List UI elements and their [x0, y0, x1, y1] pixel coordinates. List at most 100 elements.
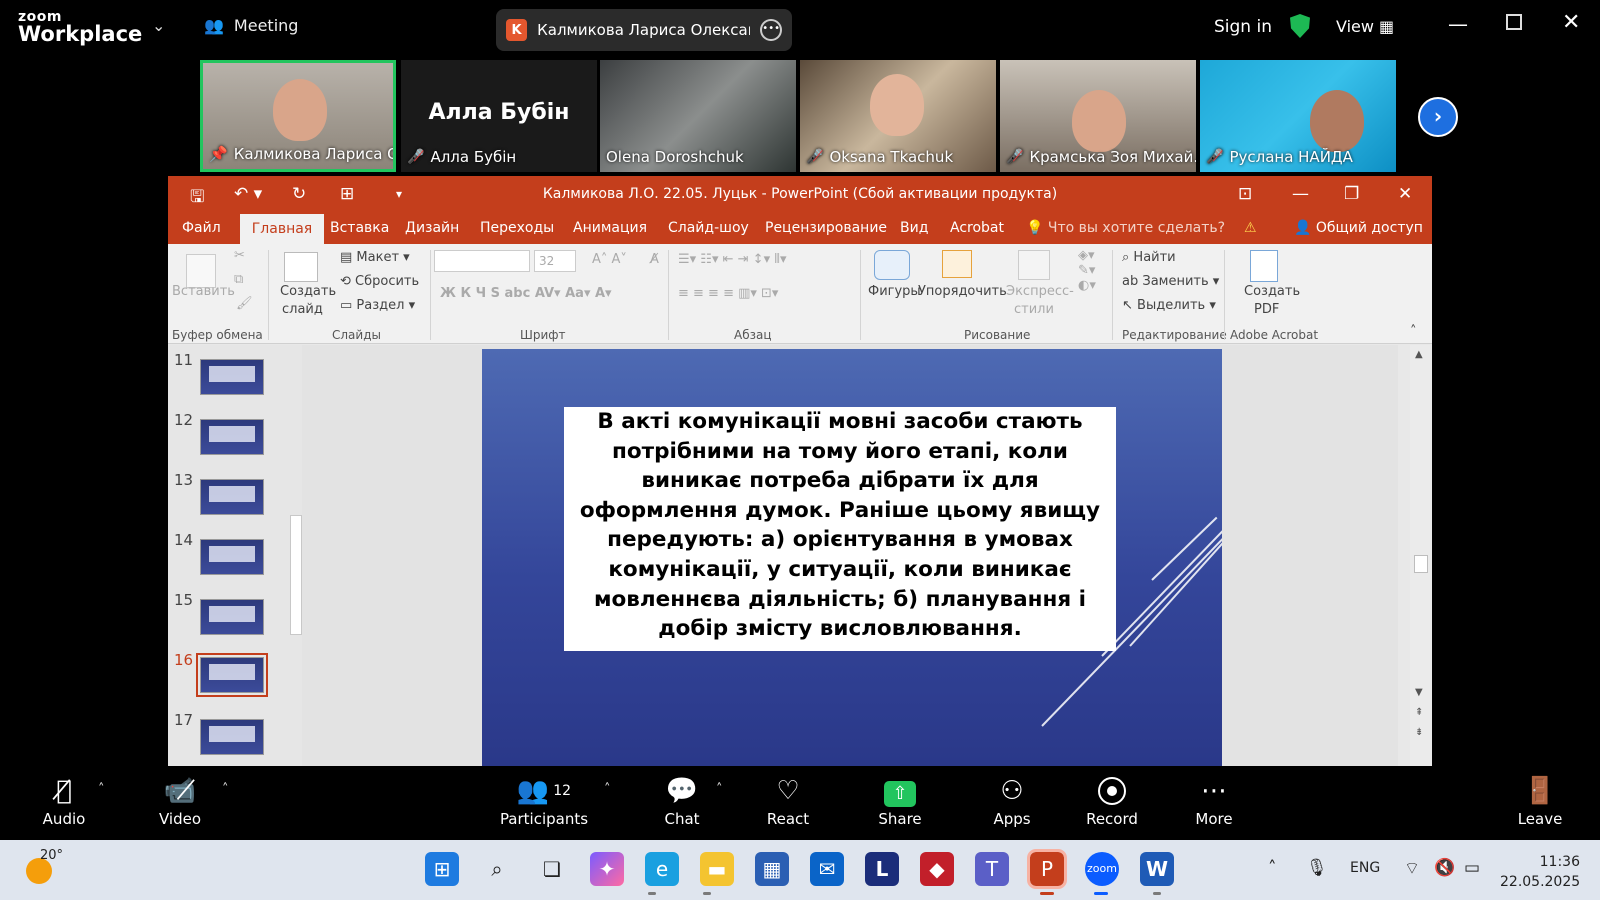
slide-thumbnail[interactable]	[200, 359, 264, 395]
participants-options-caret[interactable]: ˄	[604, 782, 611, 797]
mic-tray-icon[interactable]: 🎙	[1306, 858, 1328, 878]
zoom-icon[interactable]: zoom	[1085, 852, 1119, 886]
restore-icon[interactable]	[1506, 14, 1522, 30]
ppt-close-icon[interactable]: ✕	[1398, 184, 1412, 204]
participant-tile[interactable]: 🎤̸ Руслана НАЙДА	[1200, 60, 1396, 172]
tab-animation[interactable]: Анимация	[573, 220, 647, 236]
file-explorer-icon[interactable]: ▬	[700, 852, 734, 886]
create-pdf-button[interactable]: Создать	[1244, 284, 1300, 299]
volume-muted-icon[interactable]: 🔇	[1434, 858, 1455, 878]
chevron-down-icon[interactable]: ⌄	[152, 16, 165, 35]
participant-tile[interactable]: 📌 Калмикова Лариса О...	[200, 60, 396, 172]
new-slide-icon[interactable]	[284, 252, 318, 282]
slide-thumbnail[interactable]	[200, 539, 264, 575]
slide-thumbnail[interactable]	[200, 419, 264, 455]
shapes-button[interactable]: Фигуры	[868, 284, 921, 299]
slide-thumbnail[interactable]	[200, 599, 264, 635]
edge-icon[interactable]: e	[645, 852, 679, 886]
participant-tile[interactable]: 🎤̸ Крамська Зоя Михай...	[1000, 60, 1196, 172]
sign-in-link[interactable]: Sign in	[1214, 17, 1272, 37]
list-icons[interactable]: ☰▾ ☷▾ ⇤ ⇥ ↕▾ ⦀▾	[678, 252, 786, 267]
find-button[interactable]: ⌕ Найти	[1122, 250, 1176, 265]
create-pdf-icon[interactable]	[1250, 250, 1278, 282]
tab-review[interactable]: Рецензирование	[765, 220, 887, 236]
view-button[interactable]: View ▦	[1336, 17, 1394, 36]
clear-format-icon[interactable]: A̸	[650, 252, 659, 267]
reset-button[interactable]: ⟲ Сбросить	[340, 274, 419, 289]
cut-icon[interactable]: ✂	[234, 248, 245, 263]
format-painter-icon[interactable]: 🖌	[236, 296, 253, 311]
zoom-workplace-logo[interactable]: zoom Workplace	[18, 10, 142, 45]
video-options-caret[interactable]: ˄	[222, 782, 229, 797]
font-size-input[interactable]: 32	[534, 250, 576, 272]
teams-icon[interactable]: T	[975, 852, 1009, 886]
powerpoint-icon[interactable]: P	[1027, 849, 1067, 889]
align-icons[interactable]: ≡ ≡ ≡ ≡ ▥▾ ⊡▾	[678, 286, 778, 301]
select-button[interactable]: ↖ Выделить ▾	[1122, 298, 1216, 313]
tab-home[interactable]: Главная	[240, 214, 324, 244]
apps-button[interactable]: ⚇ Apps	[962, 774, 1062, 828]
participant-tile[interactable]: 🎤̸ Oksana Tkachuk	[800, 60, 996, 172]
participant-tile[interactable]: Алла Бубін 🎤̸ Алла Бубін	[401, 60, 597, 172]
tab-file[interactable]: Файл	[182, 220, 221, 236]
word-icon[interactable]: W	[1140, 852, 1174, 886]
font-style-icons[interactable]: Ж К Ч S abc AV▾ Aa▾ A▾	[440, 286, 612, 301]
arrange-icon[interactable]	[942, 250, 972, 278]
current-slide[interactable]: В акті комунікації мовні засоби стають п…	[482, 349, 1222, 766]
start-icon[interactable]: ⊞	[425, 852, 459, 886]
participants-button[interactable]: 👥 12 Participants	[494, 774, 594, 828]
more-options-icon[interactable]: •••	[760, 19, 782, 41]
slide-thumbnail[interactable]	[200, 719, 264, 755]
store-icon[interactable]: ▦	[755, 852, 789, 886]
leave-button[interactable]: 🚪 Leave	[1490, 774, 1590, 828]
tab-design[interactable]: Дизайн	[405, 220, 459, 236]
record-button[interactable]: Record	[1062, 774, 1162, 828]
quick-styles-icon[interactable]	[1018, 250, 1050, 280]
tab-acrobat[interactable]: Acrobat	[950, 220, 1004, 236]
slide-thumbnail-selected[interactable]	[196, 653, 268, 697]
arrange-button[interactable]: Упорядочить	[918, 284, 1007, 299]
battery-icon[interactable]: ▭	[1464, 858, 1480, 878]
share-screen-button[interactable]: ⇧ Share	[850, 774, 950, 828]
next-page-arrow-icon[interactable]: ›	[1418, 97, 1458, 137]
section-button[interactable]: ▭ Раздел ▾	[340, 298, 415, 313]
minimize-icon[interactable]: —	[1448, 12, 1468, 36]
collapse-ribbon-icon[interactable]: ˄	[1410, 324, 1417, 339]
system-clock[interactable]: 11:36 22.05.2025	[1500, 852, 1580, 892]
slide-thumbnail[interactable]	[200, 479, 264, 515]
share-button[interactable]: 👤 Общий доступ	[1294, 220, 1423, 236]
slide-scrollbar[interactable]: ▲ ▼ ⇞ ⇟	[1410, 345, 1430, 766]
outlook-icon[interactable]: ✉	[810, 852, 844, 886]
layout-button[interactable]: ▤ Макет ▾	[340, 250, 410, 265]
tab-view[interactable]: Вид	[900, 220, 928, 236]
quick-styles-button[interactable]: Экспресс-	[1006, 284, 1074, 299]
active-speaker-pill[interactable]: K Калмикова Лариса Олександрівна •••	[496, 9, 792, 51]
search-icon[interactable]: ⌕	[480, 852, 514, 886]
new-slide-button[interactable]: Создать	[280, 284, 336, 299]
ppt-minimize-icon[interactable]: —	[1292, 184, 1309, 204]
paste-button[interactable]: Вставить	[172, 284, 235, 299]
warning-icon[interactable]: ⚠	[1244, 220, 1257, 236]
input-language[interactable]: ENG	[1350, 860, 1380, 876]
l-app-icon[interactable]: L	[865, 852, 899, 886]
meeting-info-button[interactable]: 👥 Meeting	[204, 16, 298, 35]
font-grow-shrink-icon[interactable]: A˄ A˅	[592, 252, 627, 267]
wifi-icon[interactable]: ⌔	[1404, 858, 1420, 879]
task-view-icon[interactable]: ❏	[535, 852, 569, 886]
copilot-icon[interactable]: ✦	[590, 852, 624, 886]
thumbnails-scrollbar[interactable]	[290, 345, 302, 766]
close-icon[interactable]: ✕	[1562, 10, 1580, 35]
shapes-icon[interactable]	[874, 250, 910, 280]
video-button[interactable]: 📹̸ Video	[130, 774, 230, 828]
slide-text-box[interactable]: В акті комунікації мовні засоби стають п…	[564, 407, 1116, 651]
audio-options-caret[interactable]: ˄	[98, 782, 105, 797]
tray-chevron-up-icon[interactable]: ˄	[1268, 858, 1277, 878]
copy-icon[interactable]: ⧉	[234, 272, 243, 287]
tab-slideshow[interactable]: Слайд-шоу	[668, 220, 749, 236]
paste-icon[interactable]	[186, 254, 216, 288]
replace-button[interactable]: ab Заменить ▾	[1122, 274, 1219, 289]
tab-transitions[interactable]: Переходы	[480, 220, 554, 236]
chat-options-caret[interactable]: ˄	[716, 782, 723, 797]
tab-insert[interactable]: Вставка	[330, 220, 389, 236]
ribbon-display-icon[interactable]: ⊡	[1238, 184, 1252, 204]
